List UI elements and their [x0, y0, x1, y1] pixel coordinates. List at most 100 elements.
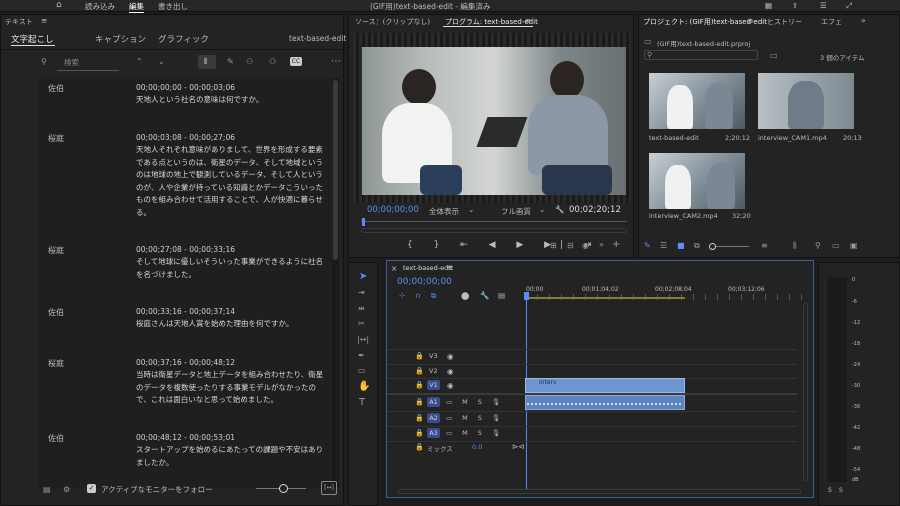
track-select-icon[interactable]: ⇥: [358, 288, 365, 297]
transcript-text[interactable]: 当時は衛星データと地上データを組み合わせたり、衛星のデータを複数使ったりする事業…: [136, 369, 328, 407]
workspace-icon[interactable]: ▦: [765, 1, 772, 10]
track-name-a2[interactable]: A2: [427, 413, 440, 423]
solo-left[interactable]: S: [828, 487, 832, 494]
tab-effects[interactable]: エフェ: [821, 17, 842, 27]
lock-icon[interactable]: 🔒: [415, 381, 424, 389]
list-view-icon[interactable]: ☰: [660, 241, 667, 250]
project-thumbnail[interactable]: [649, 73, 745, 129]
sort-icon[interactable]: ≡: [761, 241, 768, 250]
marker-icon[interactable]: ⬤: [461, 291, 469, 300]
speaker-label[interactable]: 桜庭: [48, 133, 64, 144]
timeline-v-scrollbar[interactable]: [803, 303, 808, 481]
fit-button[interactable]: [↔]: [321, 481, 337, 495]
program-scrubber[interactable]: [361, 221, 627, 222]
track-name-a3[interactable]: A3: [427, 428, 440, 438]
timeline-timecode[interactable]: 00;00;00;00: [397, 277, 452, 287]
chevron-down-icon[interactable]: ⌄: [539, 205, 545, 214]
insert-icon[interactable]: ⊞: [550, 241, 557, 250]
panel-menu-icon[interactable]: ≡: [747, 16, 753, 25]
settings-icon[interactable]: ⚙: [63, 485, 70, 494]
lock-icon[interactable]: 🔒: [415, 429, 424, 437]
program-zoom-bar[interactable]: [361, 228, 627, 233]
eye-icon[interactable]: ◉: [447, 352, 454, 361]
speaker-icon[interactable]: ⚇: [246, 57, 253, 66]
icon-view-icon[interactable]: ■: [677, 241, 685, 250]
scroll-thumb[interactable]: [333, 80, 338, 260]
new-item-icon[interactable]: ▣: [850, 241, 858, 250]
hand-icon[interactable]: ✋: [358, 381, 370, 392]
search-input[interactable]: 検索: [64, 57, 79, 68]
project-thumbnail[interactable]: [649, 153, 745, 209]
eye-icon[interactable]: ◉: [447, 367, 454, 376]
speaker-label[interactable]: 桜庭: [48, 245, 64, 256]
more-icon[interactable]: »: [861, 16, 866, 25]
transcript-text[interactable]: 天地人それぞれ意味がありまして、世界を形成する要素である点というのは、衛星のデー…: [136, 144, 328, 219]
more-icon[interactable]: »: [599, 240, 604, 249]
lock-icon[interactable]: 🔒: [415, 443, 424, 451]
select-tool-icon[interactable]: ➤: [359, 271, 367, 282]
item-name[interactable]: interview_CAM1.mp4: [758, 134, 827, 142]
panel-menu-icon[interactable]: ☰: [820, 1, 827, 10]
wrench-icon[interactable]: 🔧: [480, 291, 489, 300]
mix-end-icon[interactable]: ⊳⊲: [512, 442, 525, 451]
tab-transcript[interactable]: 文字起こし: [11, 33, 54, 45]
type-tool-icon[interactable]: T: [359, 397, 365, 408]
transcript-text[interactable]: スタートアップを始めるにあたっての課題や不安はありましたか。: [136, 444, 328, 469]
import-icon[interactable]: ▤: [43, 485, 51, 494]
timeline-tools[interactable]: ⊹∩⧉: [399, 291, 446, 301]
tab-captions[interactable]: キャプション: [95, 33, 146, 45]
program-video-frame[interactable]: [362, 47, 626, 195]
playhead-handle[interactable]: [524, 292, 529, 300]
close-icon[interactable]: ×: [391, 264, 397, 273]
freeform-icon[interactable]: ⧉: [694, 241, 700, 251]
track-controls[interactable]: ▭MS🎙: [446, 398, 510, 406]
panel-menu-icon[interactable]: ≡: [447, 263, 453, 272]
project-search[interactable]: [644, 50, 758, 60]
speaker-label[interactable]: 佐伯: [48, 307, 64, 318]
track-controls[interactable]: ▭MS🎙: [446, 429, 510, 437]
transcript-text[interactable]: そして地球に優しいそういった事業ができるように社名を名づけました。: [136, 256, 328, 281]
speaker-label[interactable]: 佐伯: [48, 83, 64, 94]
thumbnail-size-slider[interactable]: [711, 246, 749, 247]
chevron-up-icon[interactable]: ⌃: [136, 57, 143, 66]
lock-icon[interactable]: 🔒: [415, 352, 424, 360]
chevron-down-icon[interactable]: ⌄: [158, 57, 165, 66]
item-name[interactable]: text-based-edit: [649, 134, 699, 142]
panel-menu-icon[interactable]: ≡: [525, 16, 531, 25]
track-name-v1[interactable]: V1: [427, 380, 440, 390]
more-icon[interactable]: ⋯: [331, 56, 341, 67]
source-tab[interactable]: ソース：(クリップなし): [355, 17, 430, 27]
add-icon[interactable]: +: [612, 239, 620, 250]
slider-thumb[interactable]: [709, 243, 716, 250]
razor-icon[interactable]: ✂: [358, 319, 365, 328]
home-icon[interactable]: ⌂: [56, 0, 62, 10]
ripple-edit-icon[interactable]: ⇹: [358, 304, 365, 313]
merge-icon[interactable]: ⚇: [269, 57, 276, 66]
eye-icon[interactable]: ◉: [447, 381, 454, 390]
overwrite-icon[interactable]: ⊟: [567, 241, 574, 250]
slip-icon[interactable]: |↔|: [357, 335, 369, 344]
item-name[interactable]: interview_CAM2.mp4: [649, 212, 718, 220]
quality-select[interactable]: フル画質: [501, 206, 531, 217]
zoom-slider-thumb[interactable]: [279, 484, 288, 493]
lock-icon[interactable]: 🔒: [415, 367, 424, 375]
track-controls[interactable]: ▭MS🎙: [446, 414, 510, 422]
lock-icon[interactable]: 🔒: [415, 398, 424, 406]
share-icon[interactable]: ⇪: [792, 1, 798, 10]
automate-icon[interactable]: ⫼: [793, 241, 797, 251]
pencil-icon[interactable]: ✎: [644, 241, 651, 250]
timeline-h-scrollbar[interactable]: [397, 489, 801, 494]
track-name-a1[interactable]: A1: [427, 397, 440, 407]
project-thumbnail[interactable]: [758, 73, 854, 129]
tab-history[interactable]: ヒストリー: [767, 17, 802, 27]
program-timecode[interactable]: 00;00;00;00: [367, 205, 419, 215]
timeline-tab[interactable]: text-based-edit: [403, 264, 453, 272]
new-bin-icon[interactable]: ▭: [832, 241, 840, 250]
panel-menu-icon[interactable]: ≡: [41, 16, 47, 25]
speaker-label[interactable]: 佐伯: [48, 433, 64, 444]
pen-icon[interactable]: ✒: [358, 351, 365, 360]
menu-import[interactable]: 読み込み: [85, 1, 115, 12]
lock-icon[interactable]: 🔒: [415, 414, 424, 422]
speaker-label[interactable]: 桜庭: [48, 358, 64, 369]
cc-icon[interactable]: CC: [290, 57, 302, 66]
